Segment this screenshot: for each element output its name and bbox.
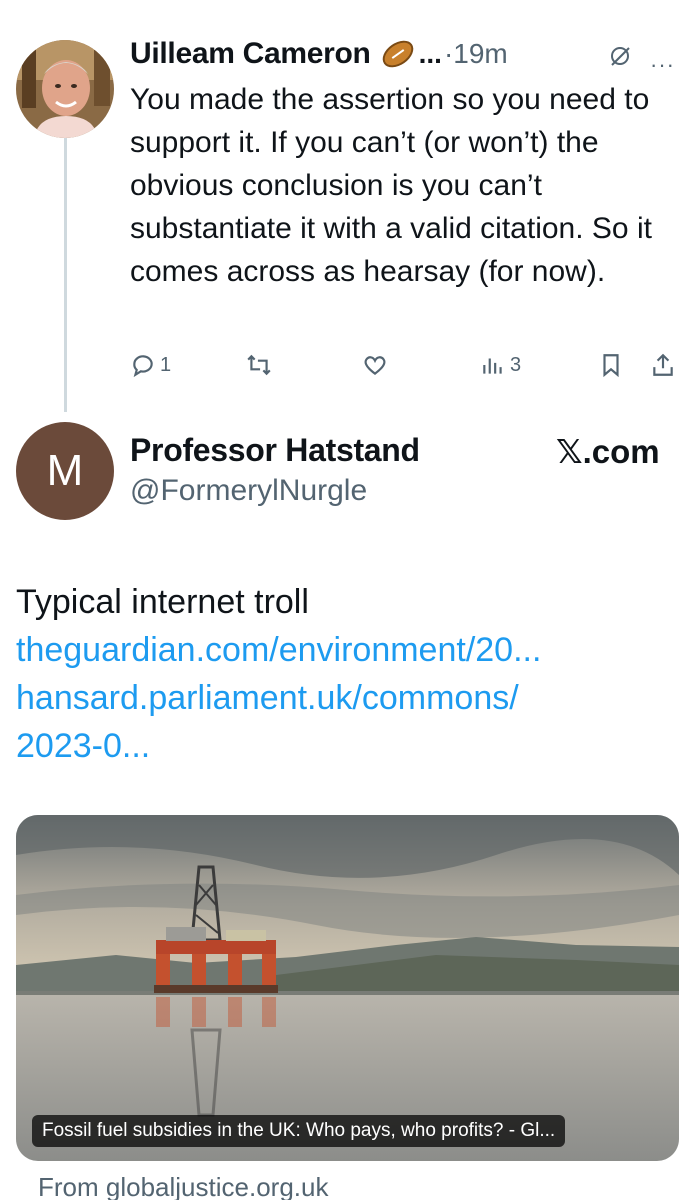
more-icon[interactable]: ··· (650, 52, 675, 78)
reply-count: 1 (160, 353, 172, 376)
like-icon (364, 356, 386, 376)
bookmark-button[interactable] (598, 352, 624, 378)
quoted-avatar[interactable]: M (16, 422, 114, 520)
quoted-author-name[interactable]: Professor Hatstand (130, 432, 420, 469)
card-source[interactable]: From globaljustice.org.uk (38, 1172, 328, 1200)
separator-dot: · (443, 38, 454, 69)
link-guardian[interactable]: theguardian.com/environment/20... (16, 626, 676, 674)
reply-header: Uilleam Cameron ... · 19m (130, 30, 680, 78)
reply-text: You made the assertion so you need to su… (130, 83, 652, 288)
card-caption: Fossil fuel subsidies in the UK: Who pay… (32, 1115, 566, 1147)
views-icon (483, 358, 502, 374)
football-emoji-icon (377, 35, 418, 73)
grok-icon[interactable] (608, 44, 632, 68)
name-truncation: ... (418, 38, 442, 69)
reply-button[interactable]: 1 (130, 352, 171, 378)
reply-icon (133, 355, 153, 378)
views-count: 3 (510, 353, 522, 376)
retweet-button[interactable] (246, 352, 276, 378)
action-bar: 1 3 (130, 352, 680, 386)
share-button[interactable] (650, 352, 676, 378)
x-watermark: 𝕏.com (556, 433, 660, 470)
like-button[interactable] (362, 352, 392, 378)
link-hansard-continued[interactable]: 2023-0... (16, 722, 676, 770)
share-icon (653, 353, 673, 376)
author-name[interactable]: Uilleam Cameron (130, 37, 371, 71)
thread-connector-line (64, 138, 67, 412)
retweet-icon (247, 354, 271, 376)
reply-tweet[interactable]: Uilleam Cameron ... · 19m ··· You made t… (130, 30, 680, 293)
bookmark-icon (603, 354, 619, 378)
oil-rig-photo (16, 815, 679, 1161)
quoted-text: Typical internet troll (16, 583, 309, 621)
avatar[interactable] (16, 40, 114, 138)
views-button[interactable]: 3 (480, 352, 521, 378)
quoted-handle[interactable]: @FormerylNurgle (130, 474, 367, 508)
link-hansard[interactable]: hansard.parliament.uk/commons/ (16, 674, 676, 722)
timestamp[interactable]: 19m (453, 38, 507, 70)
link-card[interactable]: Fossil fuel subsidies in the UK: Who pay… (16, 815, 679, 1161)
quoted-body: Typical internet troll theguardian.com/e… (16, 578, 676, 770)
